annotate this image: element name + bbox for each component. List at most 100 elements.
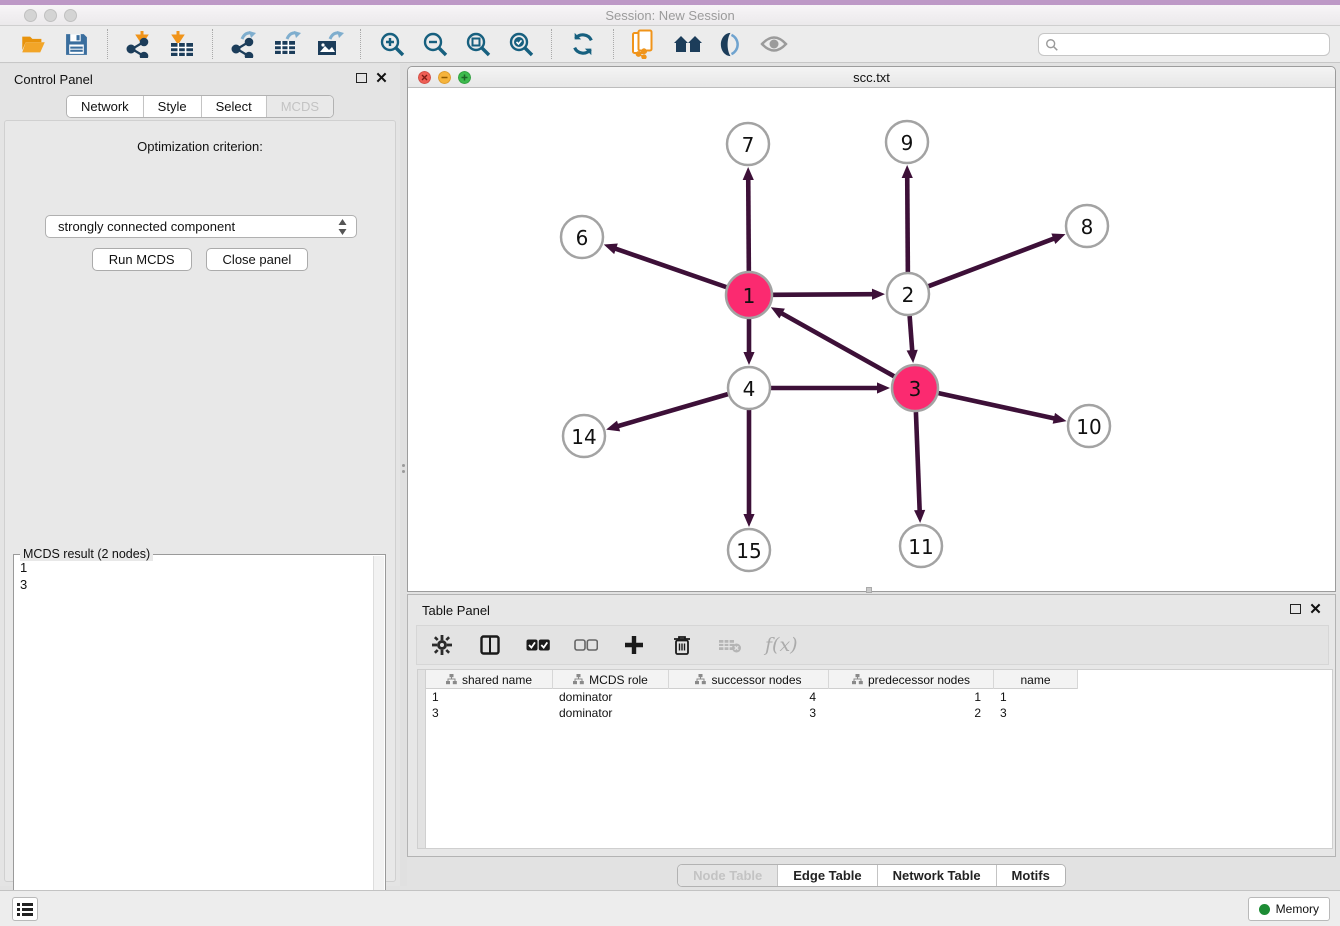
- memory-button[interactable]: Memory: [1248, 897, 1330, 921]
- zoom-in-icon: [378, 30, 406, 58]
- graph-edge-2-3[interactable]: [910, 316, 913, 352]
- table-row[interactable]: 3dominator323: [426, 705, 1078, 721]
- column-header[interactable]: shared name: [426, 670, 553, 689]
- close-panel-button[interactable]: Close panel: [206, 248, 309, 271]
- zoom-out-icon: [421, 30, 449, 58]
- search-field[interactable]: [1038, 33, 1330, 56]
- export-network-button[interactable]: [228, 29, 259, 60]
- run-mcds-button[interactable]: Run MCDS: [92, 248, 192, 271]
- graph-node-label: 11: [908, 535, 933, 559]
- column-layout-button[interactable]: [477, 632, 503, 658]
- deselect-all-rows-button[interactable]: [573, 632, 599, 658]
- search-icon: [1045, 38, 1059, 52]
- graph-edge-1-2[interactable]: [773, 294, 874, 295]
- canvas-resize-handle[interactable]: [866, 587, 872, 593]
- export-image-button[interactable]: [314, 29, 345, 60]
- vertical-splitter[interactable]: [400, 64, 407, 886]
- tab-node-table[interactable]: Node Table: [678, 865, 777, 886]
- clone-network-button[interactable]: [629, 29, 660, 60]
- table-cell[interactable]: 1: [426, 689, 553, 705]
- table-close-icon[interactable]: [1310, 603, 1321, 614]
- graph-edge-1-6[interactable]: [614, 248, 726, 287]
- search-input[interactable]: [1059, 36, 1329, 54]
- task-history-button[interactable]: [12, 897, 38, 921]
- memory-label: Memory: [1276, 902, 1319, 916]
- tab-mcds[interactable]: MCDS: [266, 96, 333, 117]
- refresh-layout-button[interactable]: [567, 29, 598, 60]
- refresh-icon: [570, 31, 596, 57]
- titlebar: Session: New Session: [0, 5, 1340, 26]
- tab-motifs[interactable]: Motifs: [996, 865, 1065, 886]
- float-panel-icon[interactable]: [356, 73, 367, 83]
- zoom-selected-icon: [507, 30, 535, 58]
- table-cell[interactable]: 2: [829, 705, 994, 721]
- edge-arrowhead: [872, 289, 885, 300]
- open-session-button[interactable]: [18, 29, 49, 60]
- hierarchy-icon: [446, 674, 457, 685]
- table-cell[interactable]: 3: [669, 705, 829, 721]
- table-cell[interactable]: 4: [669, 689, 829, 705]
- network-canvas[interactable]: 7968124314101511: [408, 88, 1335, 591]
- edge-arrowhead: [902, 165, 913, 178]
- network-graph: 7968124314101511: [408, 88, 1335, 591]
- graph-node-label: 2: [902, 283, 915, 307]
- table-row[interactable]: 1dominator411: [426, 689, 1078, 705]
- hierarchy-icon: [695, 674, 706, 685]
- graph-edge-2-9[interactable]: [907, 176, 908, 272]
- network-overview-button[interactable]: [672, 29, 703, 60]
- tab-edge-table[interactable]: Edge Table: [777, 865, 876, 886]
- table-float-icon[interactable]: [1290, 604, 1301, 614]
- column-header[interactable]: predecessor nodes: [829, 670, 994, 689]
- add-column-button[interactable]: [621, 632, 647, 658]
- delete-columns-button[interactable]: [669, 632, 695, 658]
- table-options-button[interactable]: [429, 632, 455, 658]
- graph-edge-3-10[interactable]: [938, 393, 1055, 419]
- main-toolbar: [0, 26, 1340, 63]
- table-cell[interactable]: 1: [829, 689, 994, 705]
- table-panel-header: Table Panel: [408, 595, 1335, 623]
- column-header[interactable]: MCDS role: [553, 670, 669, 689]
- tab-network[interactable]: Network: [67, 96, 143, 117]
- table-cell[interactable]: 3: [994, 705, 1078, 721]
- graph-edge-3-1[interactable]: [780, 313, 894, 377]
- table-cell[interactable]: dominator: [553, 705, 669, 721]
- zoom-fit-button[interactable]: [462, 29, 493, 60]
- import-network-button[interactable]: [123, 29, 154, 60]
- tab-network-table[interactable]: Network Table: [877, 865, 996, 886]
- export-table-icon: [273, 30, 301, 58]
- zoom-in-button[interactable]: [376, 29, 407, 60]
- graph-node-label: 9: [901, 131, 914, 155]
- tab-select[interactable]: Select: [201, 96, 266, 117]
- edge-arrowhead: [1051, 234, 1065, 244]
- result-scrollbar[interactable]: [373, 556, 384, 924]
- node-table[interactable]: shared nameMCDS rolesuccessor nodesprede…: [417, 669, 1333, 849]
- table-cell[interactable]: dominator: [553, 689, 669, 705]
- mcds-result-list: 13: [20, 559, 371, 923]
- save-session-button[interactable]: [61, 29, 92, 60]
- optimization-criterion-select[interactable]: strongly connected component: [45, 215, 357, 238]
- annotations-button[interactable]: [715, 29, 746, 60]
- gear-icon: [432, 635, 452, 655]
- table-cell[interactable]: 1: [994, 689, 1078, 705]
- edge-arrowhead: [604, 244, 618, 255]
- column-header[interactable]: name: [994, 670, 1078, 689]
- fx-icon: f(x): [765, 634, 798, 656]
- table-cell[interactable]: 3: [426, 705, 553, 721]
- export-table-button[interactable]: [271, 29, 302, 60]
- graph-node-label: 14: [571, 425, 596, 449]
- import-table-button[interactable]: [166, 29, 197, 60]
- edge-arrowhead: [606, 421, 620, 432]
- graph-node-label: 6: [576, 226, 589, 250]
- tab-style[interactable]: Style: [143, 96, 201, 117]
- zoom-out-button[interactable]: [419, 29, 450, 60]
- show-hide-panels-button[interactable]: [758, 29, 789, 60]
- zoom-selected-button[interactable]: [505, 29, 536, 60]
- graph-edge-3-11[interactable]: [916, 412, 920, 512]
- graph-node-label: 7: [742, 133, 755, 157]
- column-header[interactable]: successor nodes: [669, 670, 829, 689]
- close-panel-icon[interactable]: [376, 72, 387, 83]
- graph-edge-2-8[interactable]: [929, 238, 1056, 286]
- graph-edge-1-7[interactable]: [748, 178, 749, 271]
- graph-edge-4-14[interactable]: [617, 394, 728, 426]
- select-all-rows-button[interactable]: [525, 632, 551, 658]
